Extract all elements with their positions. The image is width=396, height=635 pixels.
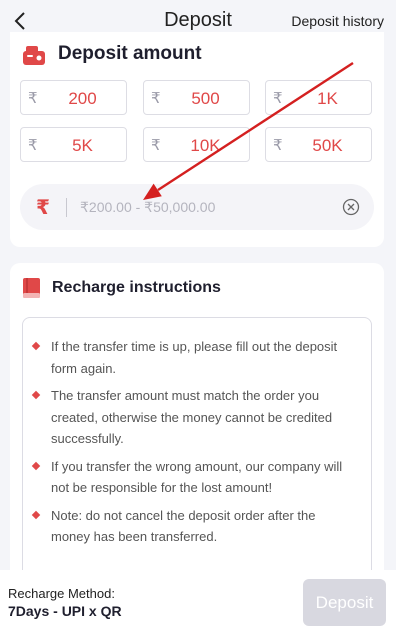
book-icon bbox=[22, 277, 42, 299]
instructions-list: If the transfer time is up, please fill … bbox=[23, 336, 371, 554]
rupee-symbol: ₹ bbox=[28, 137, 38, 154]
amount-chip-200[interactable]: ₹ 200 bbox=[20, 80, 127, 115]
rupee-symbol: ₹ bbox=[36, 197, 50, 219]
chip-label: 5K bbox=[72, 136, 93, 155]
wallet-icon bbox=[22, 44, 46, 66]
recharge-method-value: 7Days - UPI x QR bbox=[8, 603, 122, 619]
instructions-box: If the transfer time is up, please fill … bbox=[22, 317, 372, 607]
instruction-item: Note: do not cancel the deposit order af… bbox=[23, 505, 371, 548]
chip-label: 200 bbox=[68, 89, 97, 108]
diamond-bullet-icon bbox=[31, 390, 41, 400]
diamond-bullet-icon bbox=[31, 341, 41, 351]
instruction-text: The transfer amount must match the order… bbox=[51, 388, 333, 446]
instructions-title: Recharge instructions bbox=[52, 279, 221, 296]
amount-chip-5k[interactable]: ₹ 5K bbox=[20, 127, 127, 162]
instruction-text: Note: do not cancel the deposit order af… bbox=[51, 507, 316, 545]
chip-label: 1K bbox=[317, 89, 338, 108]
amount-input[interactable] bbox=[80, 195, 330, 219]
deposit-button[interactable]: Deposit bbox=[303, 579, 386, 626]
chip-label: 500 bbox=[191, 89, 220, 108]
deposit-amount-title: Deposit amount bbox=[58, 43, 202, 64]
deposit-history-link[interactable]: Deposit history bbox=[291, 13, 384, 29]
clear-input-button[interactable] bbox=[342, 198, 360, 216]
back-button[interactable] bbox=[8, 8, 34, 34]
instruction-item: If you transfer the wrong amount, our co… bbox=[23, 456, 371, 499]
instruction-text: If the transfer time is up, please fill … bbox=[51, 339, 338, 376]
rupee-symbol: ₹ bbox=[151, 137, 161, 154]
chevron-left-icon bbox=[14, 12, 25, 30]
diamond-bullet-icon bbox=[31, 510, 41, 519]
clear-circle-icon bbox=[342, 198, 360, 216]
deposit-amount-card: Deposit amount ₹ 200 ₹ 500 ₹ 1K ₹ 5K ₹ 1… bbox=[10, 32, 384, 247]
rupee-symbol: ₹ bbox=[273, 90, 283, 107]
recharge-instructions-card: Recharge instructions If the transfer ti… bbox=[10, 263, 384, 607]
rupee-symbol: ₹ bbox=[151, 90, 161, 107]
amount-chip-1k[interactable]: ₹ 1K bbox=[265, 80, 372, 115]
amount-chip-10k[interactable]: ₹ 10K bbox=[143, 127, 250, 162]
amount-chip-50k[interactable]: ₹ 50K bbox=[265, 127, 372, 162]
instruction-item: The transfer amount must match the order… bbox=[23, 385, 371, 450]
rupee-symbol: ₹ bbox=[273, 137, 283, 154]
rupee-symbol: ₹ bbox=[28, 90, 38, 107]
bottom-bar: Recharge Method: 7Days - UPI x QR Deposi… bbox=[0, 570, 396, 635]
instruction-item: If the transfer time is up, please fill … bbox=[23, 336, 371, 379]
amount-input-container: ₹ bbox=[20, 184, 374, 230]
amount-chip-500[interactable]: ₹ 500 bbox=[143, 80, 250, 115]
recharge-method-label: Recharge Method: bbox=[8, 586, 115, 601]
chip-label: 50K bbox=[312, 136, 343, 155]
chip-label: 10K bbox=[190, 136, 221, 155]
diamond-bullet-icon bbox=[31, 461, 41, 470]
input-divider bbox=[66, 198, 67, 217]
instruction-text: If you transfer the wrong amount, our co… bbox=[51, 458, 343, 496]
